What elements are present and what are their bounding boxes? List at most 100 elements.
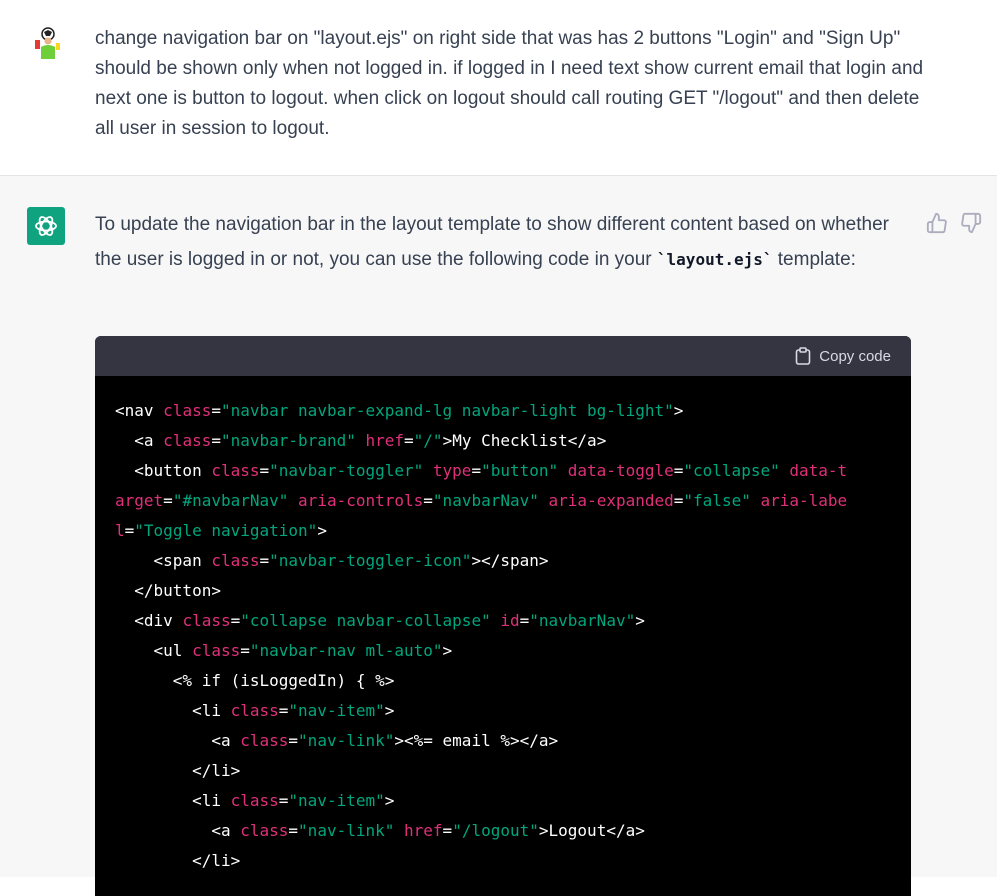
code-token-attribute: aria-expanded (548, 491, 674, 510)
code-token-text: > (673, 401, 684, 420)
code-token-attribute: class (230, 791, 279, 810)
code-token-string: "navbar navbar-expand-lg navbar-light bg… (220, 401, 674, 420)
code-token-string: "navbar-toggler" (269, 461, 424, 480)
code-token-string: "/logout" (452, 821, 539, 840)
code-token-attribute: class (163, 401, 212, 420)
code-line: <li class="nav-item"> (115, 786, 855, 816)
code-token-text: ><%= email %></a> (394, 731, 559, 750)
code-line: </li> (115, 756, 855, 786)
code-token-attribute: href (404, 821, 443, 840)
code-token-text: <a (115, 731, 241, 750)
copy-code-button[interactable]: Copy code (795, 345, 891, 367)
thumbs-down-button[interactable] (960, 212, 982, 234)
code-content: <nav class="navbar navbar-expand-lg navb… (95, 376, 855, 876)
code-token-string: "nav-link" (298, 731, 395, 750)
code-token-text: <div (115, 611, 183, 630)
code-token-text: <a (115, 431, 164, 450)
code-token-attribute: class (211, 461, 260, 480)
code-token-text: = (288, 821, 299, 840)
code-token-attribute: class (211, 551, 260, 570)
code-token-text: = (278, 791, 289, 810)
code-token-text: = (471, 461, 482, 480)
code-token-text: <% if (isLoggedIn) { %> (115, 671, 395, 690)
code-token-string: "#navbarNav" (172, 491, 289, 510)
code-token-text: <nav (115, 401, 164, 420)
assistant-avatar (27, 207, 65, 245)
code-line: <ul class="navbar-nav ml-auto"> (115, 636, 855, 666)
code-token-text: <ul (115, 641, 193, 660)
code-block-header: Copy code (95, 336, 911, 376)
copy-code-label: Copy code (819, 347, 891, 365)
intro-text-end: template: (772, 249, 856, 270)
code-token-string: "nav-item" (288, 791, 385, 810)
code-token-attribute: aria-controls (298, 491, 424, 510)
code-token-attribute: type (432, 461, 472, 480)
code-line: <a class="navbar-brand" href="/">My Chec… (115, 426, 855, 456)
code-token-attribute: class (182, 611, 231, 630)
code-token-string: "Toggle navigation" (134, 521, 318, 540)
code-token-string: "navbar-brand" (220, 431, 356, 450)
code-token-text: = (240, 641, 250, 660)
code-token-attribute: class (240, 821, 289, 840)
openai-logo-icon (35, 216, 57, 236)
code-line: <span class="navbar-toggler-icon"></span… (115, 546, 855, 576)
code-token-text: = (288, 731, 299, 750)
code-token-text: = (163, 491, 173, 510)
code-token-text: </li> (115, 851, 241, 870)
code-token-text: <li (115, 701, 231, 720)
code-block: Copy code <nav class="navbar navbar-expa… (95, 336, 911, 896)
code-token-text: <button (115, 461, 212, 480)
code-token-text: = (278, 701, 289, 720)
code-token-text: > (442, 641, 453, 660)
code-token-string: "nav-link" (298, 821, 395, 840)
code-line: </li> (115, 846, 855, 876)
code-token-text: = (673, 461, 684, 480)
code-token-attribute: class (230, 701, 279, 720)
assistant-message-text: To update the navigation bar in the layo… (95, 207, 895, 277)
user-avatar-image (29, 25, 65, 61)
thumbs-down-icon (961, 212, 982, 234)
code-line: <button class="navbar-toggler" type="but… (115, 456, 855, 546)
code-token-string: "navbarNav" (529, 611, 636, 630)
code-token-string: "nav-item" (288, 701, 385, 720)
code-token-text: > (384, 791, 395, 810)
user-message: change navigation bar on "layout.ejs" on… (0, 0, 997, 176)
code-token-string: "collapse navbar-collapse" (240, 611, 491, 630)
code-token-string: "navbar-nav ml-auto" (249, 641, 443, 660)
code-token-text: = (211, 431, 221, 450)
clipboard-icon (795, 347, 811, 365)
user-message-text: change navigation bar on "layout.ejs" on… (95, 28, 924, 139)
code-token-text: = (211, 401, 221, 420)
code-token-string: "button" (481, 461, 559, 480)
code-token-text: = (673, 491, 684, 510)
code-token-text: <a (115, 821, 241, 840)
thumbs-up-button[interactable] (926, 212, 948, 234)
code-token-string: "navbarNav" (432, 491, 539, 510)
code-token-attribute: data-toggle (567, 461, 674, 480)
code-line: <li class="nav-item"> (115, 696, 855, 726)
code-token-text: >My Checklist</a> (442, 431, 607, 450)
code-line: <div class="collapse navbar-collapse" id… (115, 606, 855, 636)
code-token-string: "false" (683, 491, 751, 510)
code-token-text: = (259, 551, 270, 570)
code-token-text: </li> (115, 761, 241, 780)
user-avatar (29, 25, 65, 61)
code-token-attribute: id (500, 611, 520, 630)
code-token-attribute: href (365, 431, 405, 450)
code-line: <a class="nav-link"><%= email %></a> (115, 726, 855, 756)
assistant-message: To update the navigation bar in the layo… (0, 176, 997, 896)
code-token-text: = (423, 491, 433, 510)
inline-code-filename: `layout.ejs` (656, 250, 773, 269)
code-token-text: <span (115, 551, 212, 570)
code-token-text: = (259, 461, 270, 480)
thumbs-up-icon (926, 212, 947, 234)
code-token-text: ></span> (471, 551, 549, 570)
code-token-text: = (442, 821, 453, 840)
code-line: </button> (115, 576, 855, 606)
code-line: <% if (isLoggedIn) { %> (115, 666, 855, 696)
